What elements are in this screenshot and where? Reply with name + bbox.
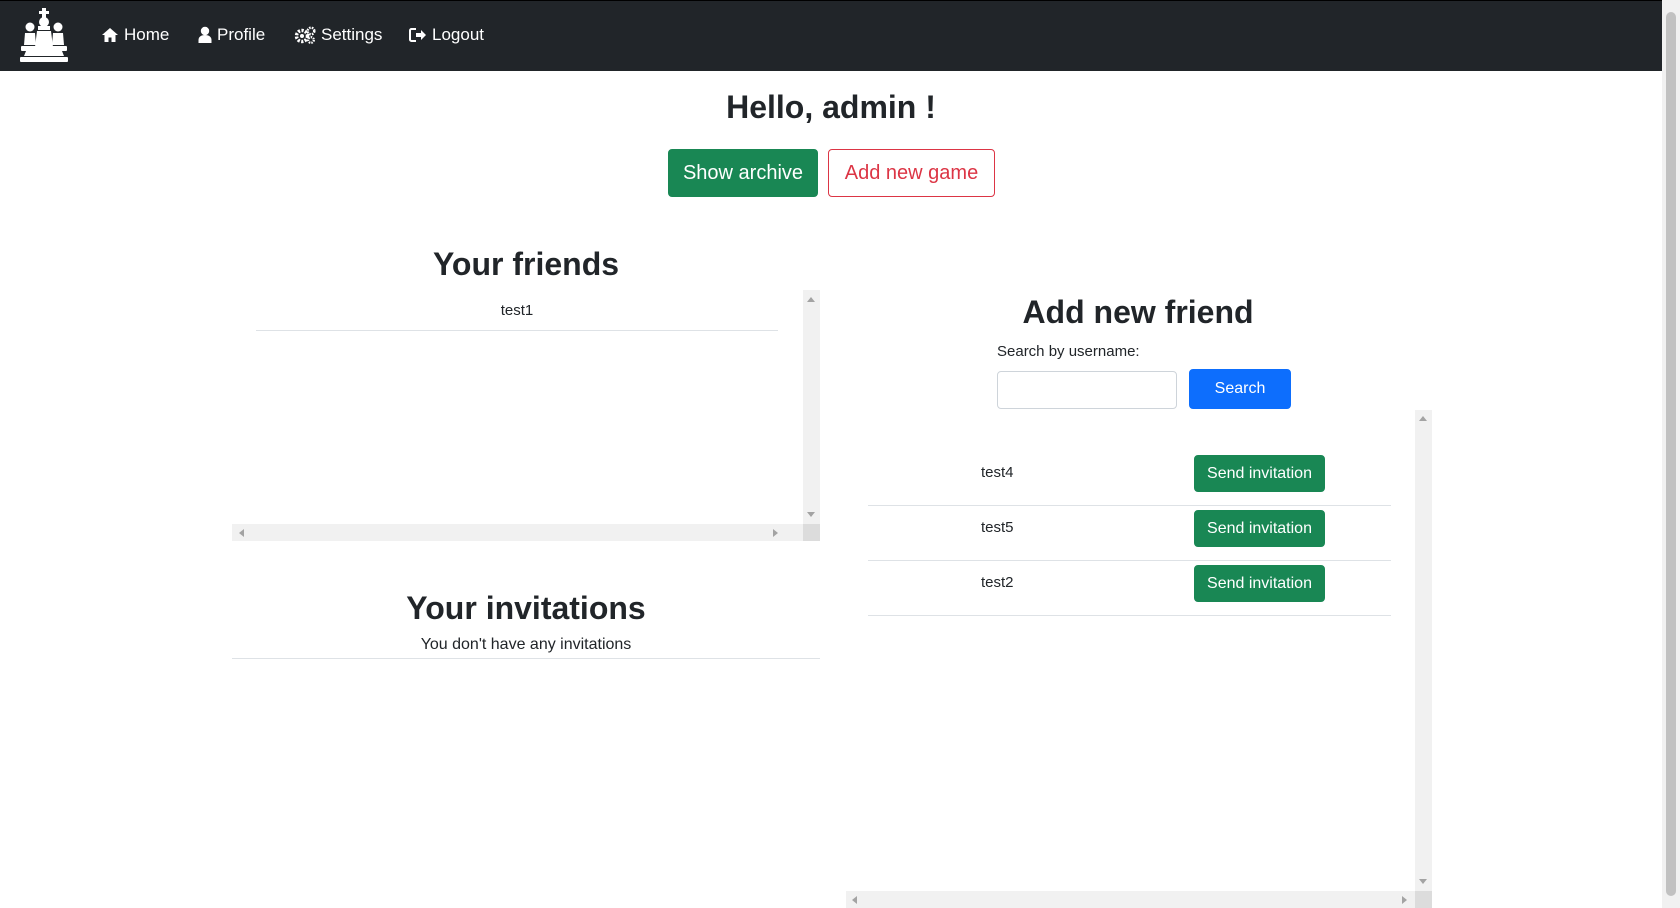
friend-row: test1 [256, 290, 778, 331]
page-scrollbar-thumb[interactable] [1666, 12, 1676, 896]
invitations-title: Your invitations [406, 590, 646, 626]
scroll-down-arrow-icon[interactable] [807, 512, 815, 517]
add-new-game-button[interactable]: Add new game [828, 149, 995, 197]
nav-settings-label: Settings [321, 25, 383, 44]
navbar: Home Profile Settings Logout [0, 0, 1662, 71]
send-invitation-button[interactable]: Send invitation [1194, 565, 1325, 602]
nav-logout[interactable]: Logout [409, 23, 484, 47]
result-username: test4 [981, 464, 1014, 481]
nav-settings[interactable]: Settings [294, 23, 382, 47]
friend-username: test1 [500, 302, 534, 319]
scroll-left-arrow-icon[interactable] [852, 896, 857, 904]
friends-hscrollbar[interactable] [232, 524, 803, 541]
result-username: test5 [981, 519, 1014, 536]
greeting-heading: Hello, admin ! [726, 89, 936, 125]
user-icon [198, 26, 212, 43]
scroll-left-arrow-icon[interactable] [239, 529, 244, 537]
search-label: Search by username: [997, 343, 1140, 360]
scroll-up-arrow-icon[interactable] [1419, 416, 1427, 421]
nav-home-label: Home [124, 25, 170, 44]
friends-title: Your friends [432, 246, 620, 282]
chess-pieces-logo[interactable] [18, 7, 70, 63]
friends-vscrollbar[interactable] [803, 290, 820, 524]
scroll-down-arrow-icon[interactable] [1419, 879, 1427, 884]
result-row: test2 Send invitation [868, 561, 1391, 616]
no-invitations-message: You don't have any invitations [232, 636, 820, 659]
nav-home[interactable]: Home [101, 23, 169, 47]
scroll-right-arrow-icon[interactable] [773, 529, 778, 537]
scroll-right-arrow-icon[interactable] [1402, 896, 1407, 904]
logout-icon [409, 28, 426, 42]
results-vscrollbar[interactable] [1415, 410, 1432, 891]
scrollbar-corner [1415, 891, 1432, 908]
add-friend-title: Add new friend [1022, 294, 1254, 330]
results-hscrollbar[interactable] [846, 891, 1415, 908]
home-icon [102, 28, 118, 42]
result-row: test5 Send invitation [868, 506, 1391, 561]
show-archive-button[interactable]: Show archive [668, 149, 818, 197]
username-search-input[interactable] [997, 371, 1177, 409]
search-results: test4 Send invitation test5 Send invitat… [846, 410, 1432, 908]
friends-list: test1 [232, 290, 820, 541]
nav-profile-label: Profile [217, 25, 266, 44]
page-scrollbar[interactable] [1662, 0, 1680, 908]
nav-profile[interactable]: Profile [198, 23, 265, 47]
result-row: test4 Send invitation [868, 451, 1391, 506]
scrollbar-corner [803, 524, 820, 541]
gears-icon [294, 26, 316, 44]
result-username: test2 [981, 574, 1014, 591]
search-button[interactable]: Search [1189, 369, 1291, 409]
nav-logout-label: Logout [432, 25, 484, 44]
send-invitation-button[interactable]: Send invitation [1194, 510, 1325, 547]
scroll-up-arrow-icon[interactable] [807, 297, 815, 302]
send-invitation-button[interactable]: Send invitation [1194, 455, 1325, 492]
